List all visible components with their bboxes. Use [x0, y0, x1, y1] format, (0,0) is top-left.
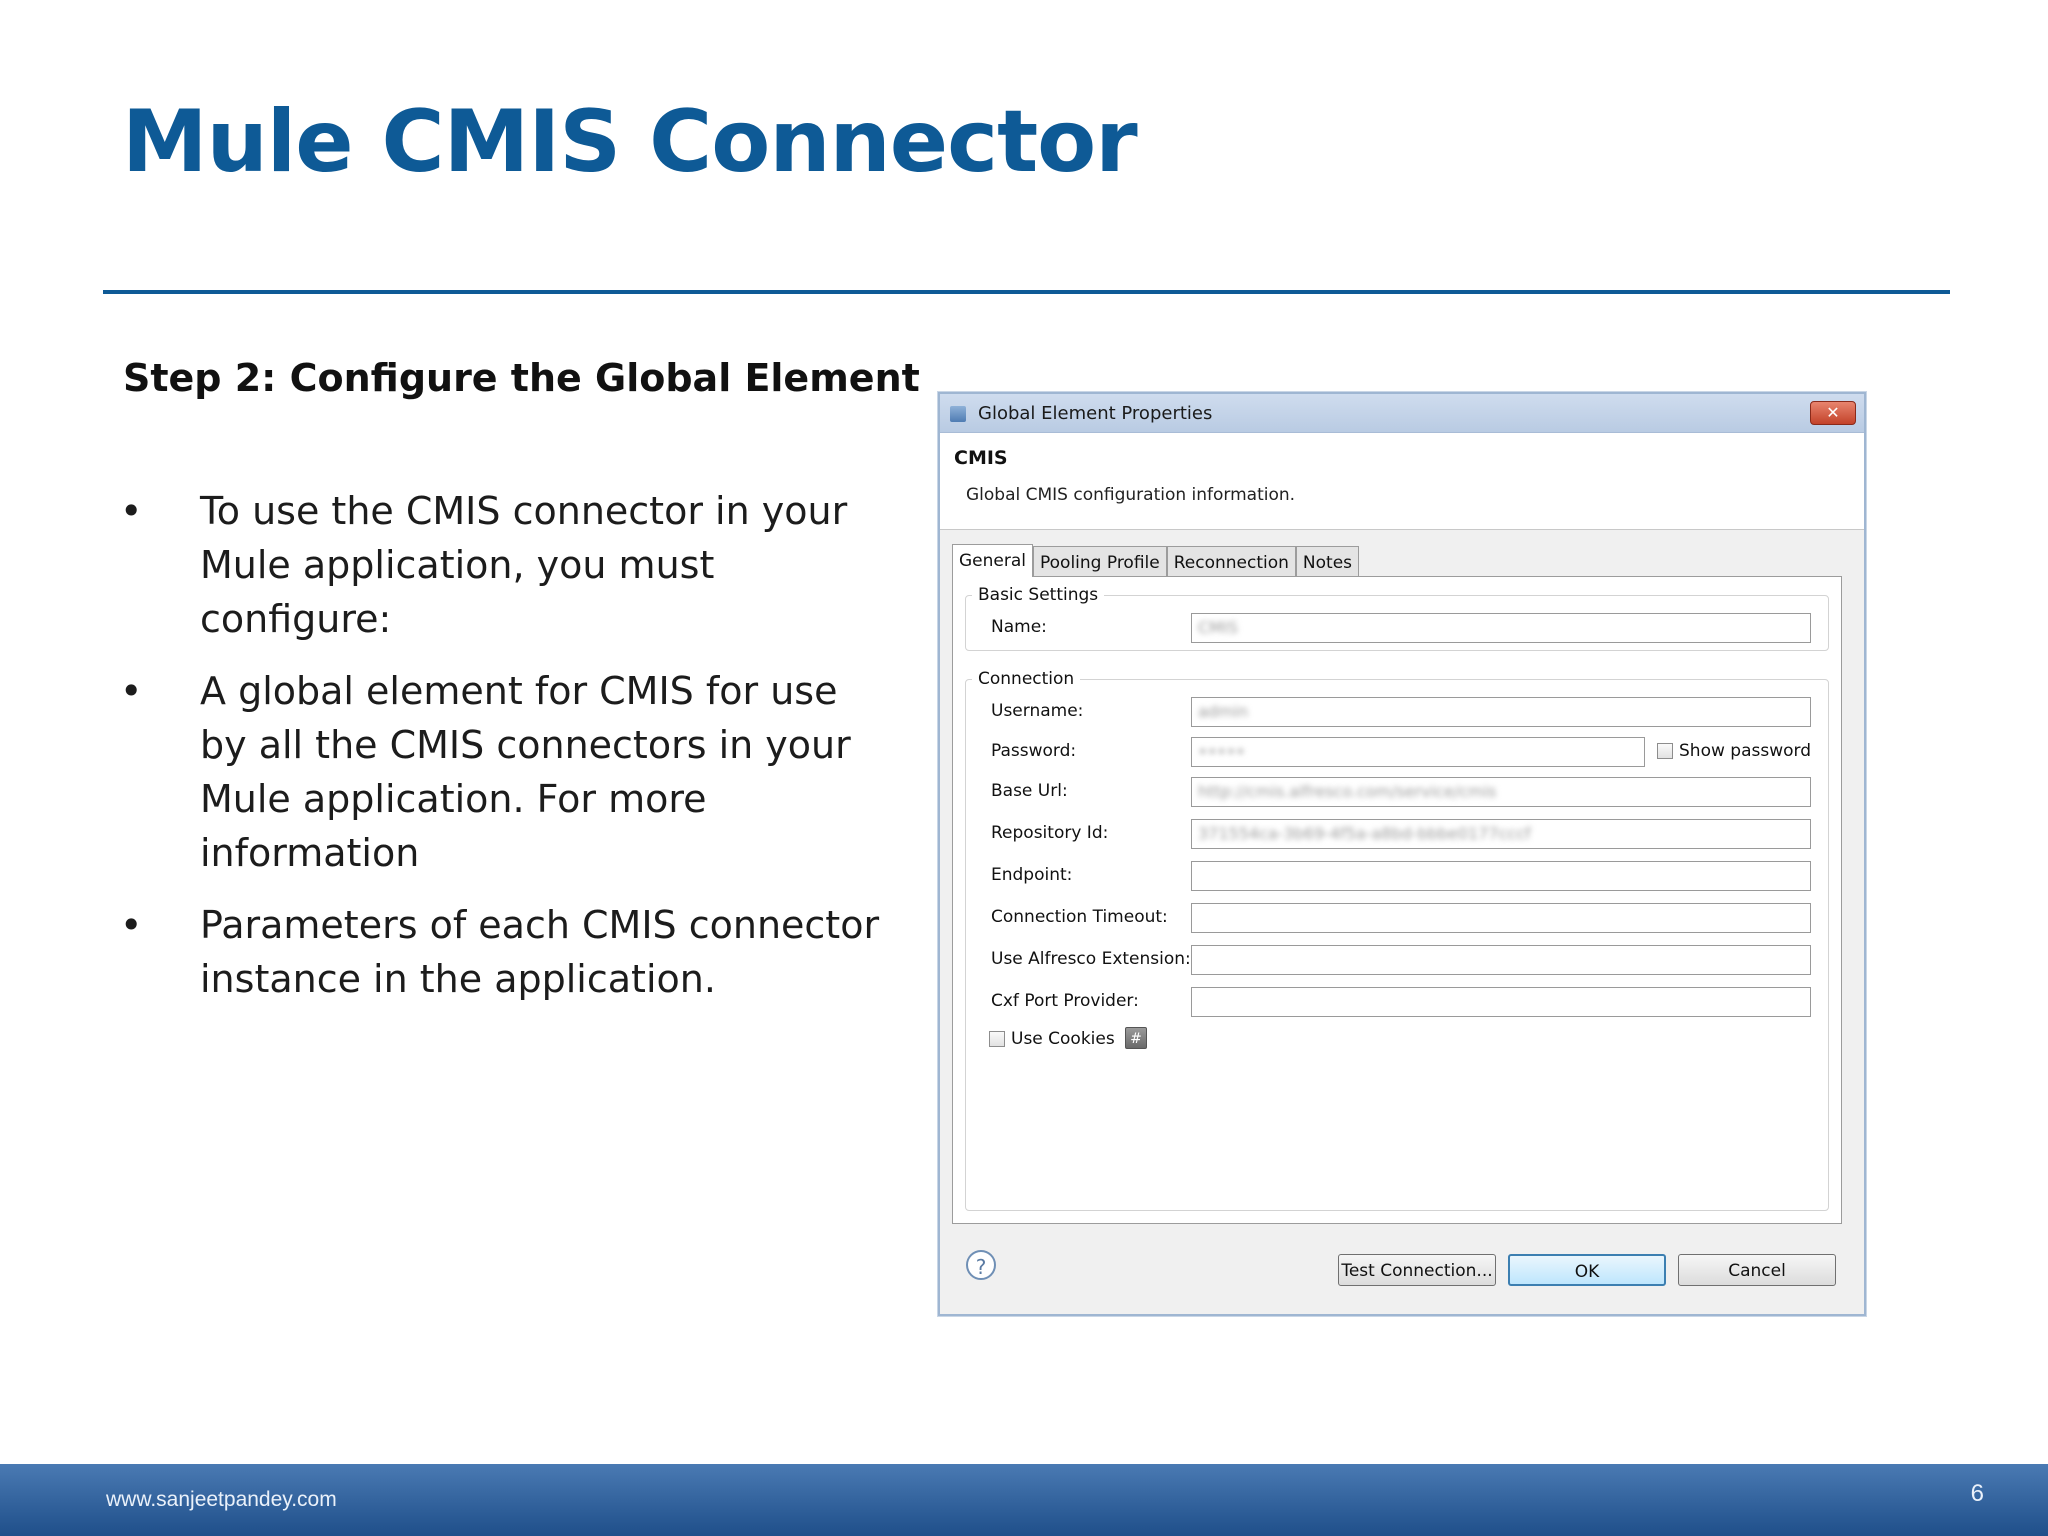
dialog-titlebar[interactable]: Global Element Properties ✕ [940, 394, 1864, 433]
endpoint-input[interactable] [1191, 861, 1811, 891]
global-element-properties-dialog: Global Element Properties ✕ CMIS Global … [938, 392, 1866, 1316]
use-cookies-label: Use Cookies [1011, 1029, 1115, 1049]
bullet-text: To use the CMIS connector in your Mule a… [200, 489, 848, 641]
header-description: Global CMIS configuration information. [966, 485, 1296, 505]
bullet-item: • Parameters of each CMIS connector insta… [120, 898, 890, 1006]
bullet-item: • A global element for CMIS for use by al… [120, 664, 890, 880]
base-url-input[interactable]: http://cmis.alfresco.com/service/cmis [1191, 777, 1811, 807]
help-icon[interactable]: ? [966, 1250, 996, 1280]
bullet-text: Parameters of each CMIS connector instan… [200, 903, 880, 1001]
tab-bar: General Pooling Profile Reconnection Not… [952, 544, 1360, 577]
connection-timeout-input[interactable] [1191, 903, 1811, 933]
password-label: Password: [991, 741, 1077, 761]
test-connection-button[interactable]: Test Connection... [1338, 1254, 1496, 1286]
base-url-label: Base Url: [991, 781, 1068, 801]
repository-id-input[interactable]: 371554ca-3b69-4f5a-a8bd-bbbe0177cccf [1191, 819, 1811, 849]
title-divider [103, 290, 1950, 294]
ok-button[interactable]: OK [1508, 1254, 1666, 1286]
repository-id-value: 371554ca-3b69-4f5a-a8bd-bbbe0177cccf [1198, 824, 1531, 843]
tab-pooling-profile[interactable]: Pooling Profile [1033, 546, 1167, 577]
name-label: Name: [991, 617, 1047, 637]
show-password-checkbox[interactable] [1657, 743, 1673, 759]
repository-id-label: Repository Id: [991, 823, 1109, 843]
general-tab-panel: Basic Settings Name: CMIS Connection Use… [952, 576, 1842, 1224]
dialog-header: CMIS Global CMIS configuration informati… [940, 433, 1864, 530]
bullet-text: A global element for CMIS for use by all… [200, 669, 851, 875]
connection-legend: Connection [978, 669, 1075, 689]
slide-title: Mule CMIS Connector [122, 92, 1138, 192]
page-number: 6 [1970, 1480, 1984, 1507]
password-input[interactable]: ••••• [1191, 737, 1645, 767]
bullet-item: • To use the CMIS connector in your Mule … [120, 484, 890, 646]
bullet-dot: • [120, 669, 143, 713]
step-heading: Step 2: Configure the Global Element [123, 356, 920, 400]
slide-footer: www.sanjeetpandey.com 6 [0, 1464, 2048, 1536]
cxf-port-provider-label: Cxf Port Provider: [991, 991, 1139, 1011]
close-button[interactable]: ✕ [1810, 401, 1856, 425]
username-input[interactable]: admin [1191, 697, 1811, 727]
bullet-dot: • [120, 489, 143, 533]
basic-settings-legend: Basic Settings [978, 585, 1099, 605]
password-value: ••••• [1198, 742, 1246, 761]
tab-notes[interactable]: Notes [1295, 546, 1360, 577]
cancel-button[interactable]: Cancel [1678, 1254, 1836, 1286]
tab-general[interactable]: General [952, 544, 1033, 577]
header-title: CMIS [954, 447, 1008, 469]
bullet-dot: • [120, 903, 143, 947]
dialog-title: Global Element Properties [978, 403, 1213, 424]
use-alfresco-extension-label: Use Alfresco Extension: [991, 949, 1191, 969]
show-password-label: Show password [1679, 741, 1811, 761]
tab-reconnection[interactable]: Reconnection [1166, 546, 1296, 577]
footer-website: www.sanjeetpandey.com [106, 1488, 337, 1511]
use-cookies-checkbox[interactable] [989, 1031, 1005, 1047]
expression-toggle-icon[interactable]: # [1125, 1027, 1147, 1049]
name-value: CMIS [1198, 618, 1238, 637]
cxf-port-provider-input[interactable] [1191, 987, 1811, 1017]
connection-timeout-label: Connection Timeout: [991, 907, 1168, 927]
username-label: Username: [991, 701, 1084, 721]
use-alfresco-extension-input[interactable] [1191, 945, 1811, 975]
name-input[interactable]: CMIS [1191, 613, 1811, 643]
app-icon [950, 406, 966, 422]
base-url-value: http://cmis.alfresco.com/service/cmis [1198, 782, 1497, 801]
bullet-list: • To use the CMIS connector in your Mule … [120, 484, 890, 1024]
endpoint-label: Endpoint: [991, 865, 1073, 885]
username-value: admin [1198, 702, 1249, 721]
